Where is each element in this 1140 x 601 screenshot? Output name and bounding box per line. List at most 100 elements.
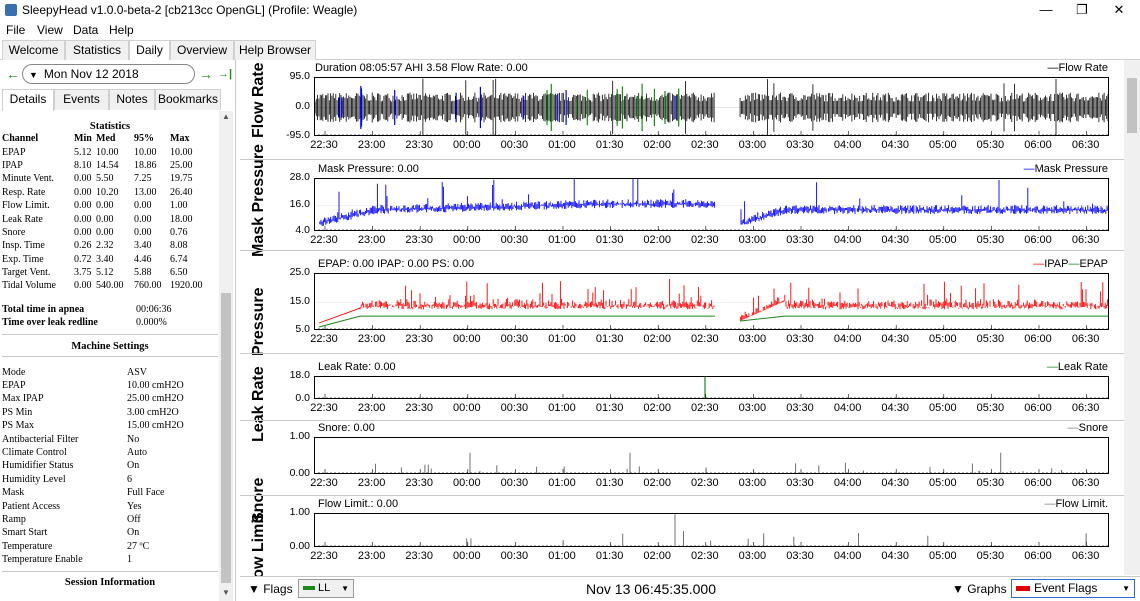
menu-data[interactable]: Data: [73, 23, 98, 37]
statistics-cell: 5.50: [96, 173, 114, 185]
statistics-header-row: Channel Min Med 95% Max: [2, 132, 210, 145]
graph-plot[interactable]: [314, 376, 1109, 399]
tab-daily[interactable]: Daily: [129, 40, 170, 61]
x-tick-label: 01:30: [595, 139, 624, 151]
statistics-cell: 0.00: [74, 226, 92, 238]
statistics-cell: 5.88: [134, 267, 152, 279]
scroll-down-icon[interactable]: ▼: [219, 588, 233, 597]
graph-mask-pressure[interactable]: Mask Pressure Mask Pressure: 0.00 —Mask Pr…: [240, 144, 1124, 257]
menu-file[interactable]: File: [6, 23, 25, 37]
ll-dropdown[interactable]: LL ▼: [298, 579, 354, 598]
statistics-cell: Leak Rate: [2, 213, 43, 225]
statistics-cell: 3.40: [96, 253, 114, 265]
x-tick-label: 23:30: [405, 139, 433, 151]
x-tick-label: 05:00: [929, 333, 957, 345]
graphs-toggle[interactable]: ▼ Graphs: [952, 582, 1007, 596]
main-tabs: Welcome Statistics Daily Overview Help B…: [0, 40, 1140, 61]
x-tick-label: 05:30: [976, 402, 1005, 414]
tab-overview[interactable]: Overview: [170, 40, 234, 60]
graph-divider: [240, 420, 1124, 421]
trace-series: [318, 315, 1108, 328]
setting-value: 3.00 cmH2O: [127, 406, 179, 418]
x-tick-label: 00:30: [500, 333, 529, 345]
graph-leak-rate[interactable]: Leak Rate Leak Rate: 0.00 —Leak Rate 18.0 0.…: [240, 353, 1124, 442]
x-tick-label: 06:00: [1024, 550, 1052, 562]
graph-divider: [240, 159, 1124, 160]
statistics-cell: 19.75: [170, 173, 193, 185]
graph-plot[interactable]: [314, 178, 1109, 231]
tab-notes[interactable]: Notes: [109, 89, 155, 110]
graph-title: Snore: 0.00: [318, 422, 375, 434]
x-tick-label: 06:00: [1024, 333, 1052, 345]
statistics-cell: 5.12: [96, 267, 114, 279]
last-day-button[interactable]: →|: [218, 68, 232, 80]
statistics-cell: 0.72: [74, 253, 92, 265]
statistics-cell: 1.00: [170, 200, 188, 212]
x-tick-label: 23:00: [357, 550, 386, 562]
flags-toggle[interactable]: ▼ Flags: [248, 582, 293, 596]
maximize-button[interactable]: ❐: [1064, 0, 1100, 21]
tab-bookmarks[interactable]: Bookmarks: [155, 89, 221, 110]
graph-flow-limit[interactable]: Flow Limit. Flow Limit.: 0.00 —Flow Limit.…: [240, 495, 1124, 593]
legend-label: Mask Pressure: [1034, 163, 1108, 175]
statistics-cell: Minute Vent.: [2, 173, 55, 185]
statistics-cell: Snore: [2, 226, 26, 238]
statistics-cell: 0.00: [134, 226, 152, 238]
minimize-button[interactable]: —: [1028, 0, 1064, 21]
setting-value: Yes: [127, 500, 142, 512]
statistics-cell: 6.50: [170, 267, 188, 279]
event-flags-dropdown[interactable]: Event Flags ▼: [1011, 579, 1135, 598]
setting-value: 1: [127, 554, 132, 566]
x-tick-label: 00:30: [500, 402, 529, 414]
x-tick-label: 04:30: [881, 333, 909, 345]
scroll-thumb[interactable]: [1127, 78, 1137, 133]
tab-statistics[interactable]: Statistics: [65, 40, 129, 60]
y-tick-label: 25.0: [289, 266, 310, 278]
graph-plot[interactable]: [314, 77, 1109, 136]
setting-name: Temperature: [2, 540, 53, 552]
graph-snore[interactable]: Snore Snore: 0.00 —Snore 1.00 0.00 22:30 23:00…: [240, 420, 1124, 523]
menu-view[interactable]: View: [37, 23, 63, 37]
setting-row: Temperature 27 ºC: [2, 540, 217, 553]
statistics-row: Target Vent. 3.75 5.12 5.88 6.50: [2, 266, 210, 279]
graphs-label: Graphs: [967, 582, 1007, 596]
statistics-cell: 6.74: [170, 253, 188, 265]
close-button[interactable]: ✕: [1101, 0, 1137, 21]
x-axis-labels: 22:30 23:00 23:30 00:00 00:30 01:00 01:30 02:00…: [240, 333, 1124, 347]
statistics-cell: 1920.00: [170, 280, 203, 292]
prev-day-button[interactable]: ←: [6, 66, 20, 82]
setting-value: Off: [127, 513, 141, 525]
setting-name: PS Min: [2, 406, 33, 418]
left-panel: ← ▼ Mon Nov 12 2018 → →| Details Events N…: [0, 60, 236, 601]
menu-help[interactable]: Help: [109, 23, 134, 37]
graph-plot[interactable]: [314, 273, 1109, 330]
graph-flow-rate[interactable]: Flow Rate Duration 08:05:57 AHI 3.58 Flow…: [240, 60, 1124, 159]
details-panel: Statistics Channel Min Med 95% Max EPAP 5…: [2, 111, 218, 601]
graph-pressure[interactable]: Pressure EPAP: 0.00 IPAP: 0.00 PS: 0.00 —I…: [240, 250, 1124, 356]
setting-name: Climate Control: [2, 447, 67, 458]
scroll-thumb[interactable]: [221, 293, 231, 583]
x-tick-label: 05:30: [976, 234, 1005, 246]
setting-name: PS Max: [2, 420, 34, 432]
statistics-row: IPAP 8.10 14.54 18.86 25.00: [2, 159, 210, 172]
date-picker[interactable]: ▼ Mon Nov 12 2018: [22, 64, 195, 84]
graph-plot[interactable]: [314, 513, 1109, 547]
tab-details[interactable]: Details: [2, 89, 54, 111]
x-tick-label: 23:00: [357, 333, 386, 345]
statistics-cell: 0.00: [96, 226, 114, 238]
color-swatch: [303, 586, 315, 591]
graphs-scrollbar[interactable]: [1124, 60, 1140, 575]
x-tick-label: 06:30: [1071, 477, 1100, 489]
x-tick-label: 03:30: [786, 234, 814, 246]
tab-help-browser[interactable]: Help Browser: [234, 40, 316, 60]
tab-welcome[interactable]: Welcome: [2, 40, 65, 60]
y-tick-label: 16.0: [289, 197, 310, 210]
next-day-button[interactable]: →: [199, 66, 213, 82]
details-scrollbar[interactable]: ▲ ▼: [219, 111, 233, 601]
tab-events[interactable]: Events: [54, 89, 109, 110]
scroll-up-icon[interactable]: ▲: [219, 112, 233, 121]
x-tick-label: 23:00: [357, 477, 386, 489]
graph-plot[interactable]: [314, 437, 1109, 474]
x-tick-label: 22:30: [310, 402, 338, 414]
x-tick-label: 05:00: [929, 550, 957, 562]
